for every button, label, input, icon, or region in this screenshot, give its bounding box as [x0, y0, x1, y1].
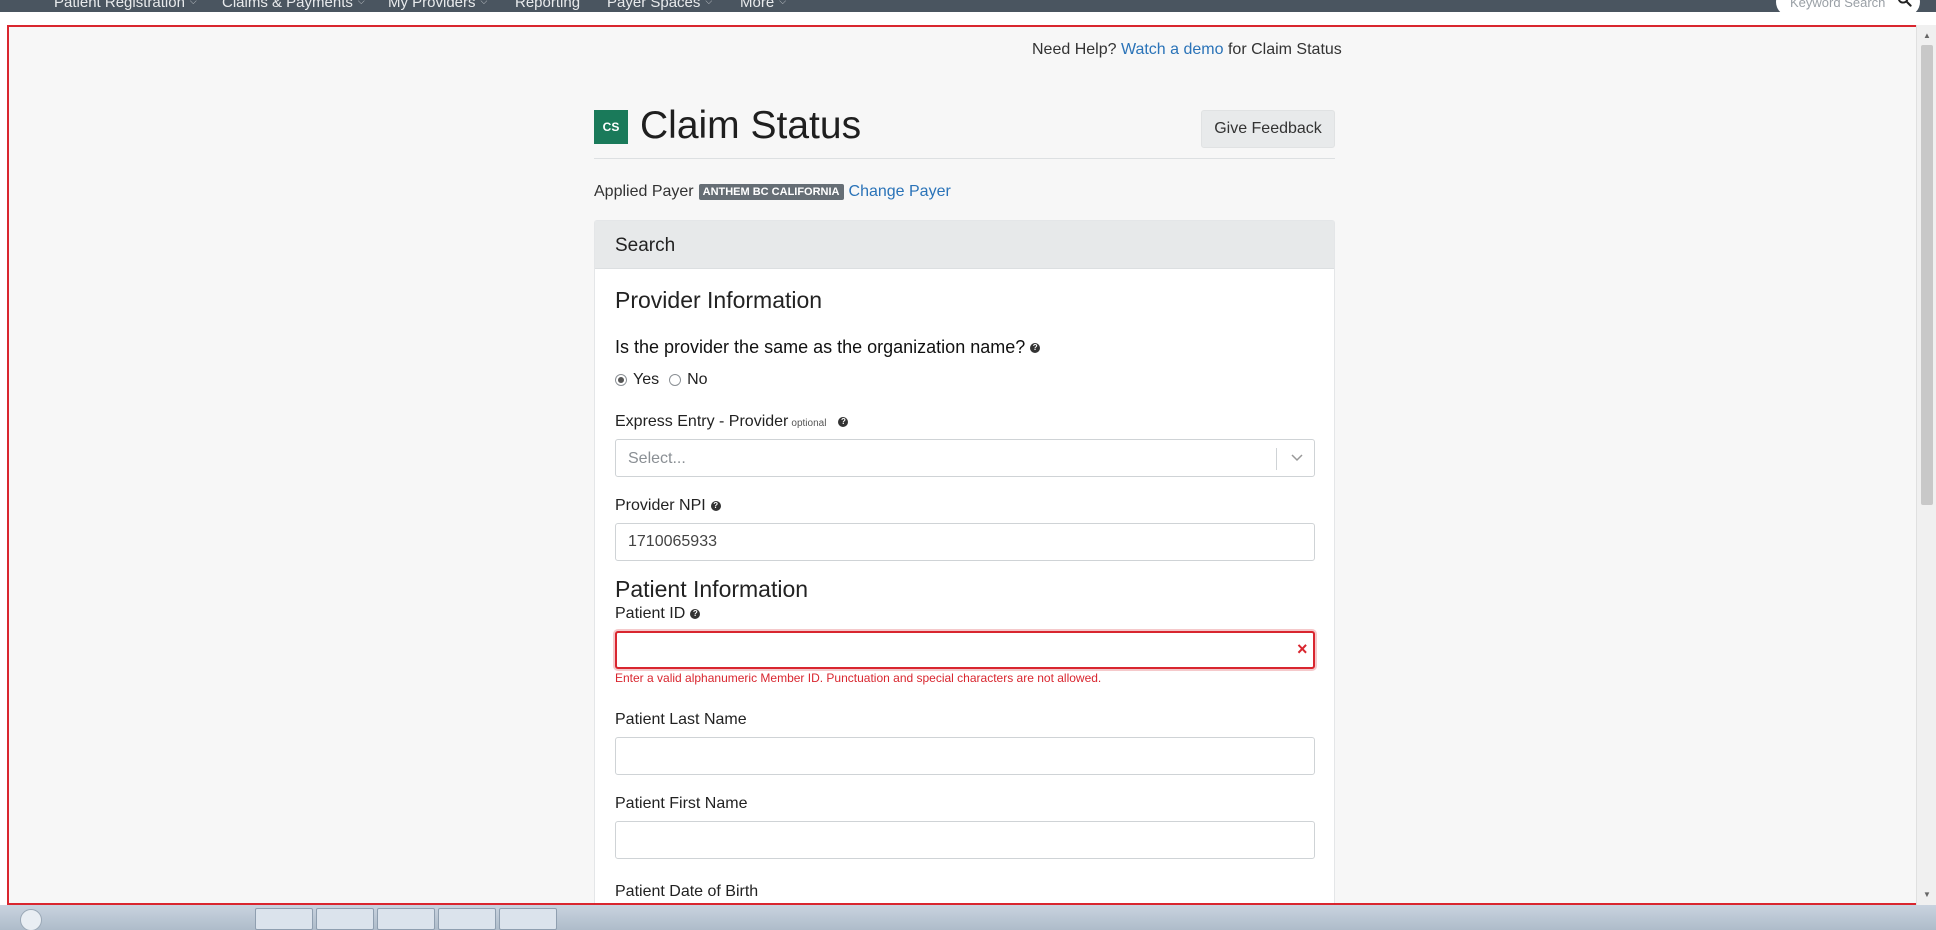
question-text: Is the provider the same as the organiza…: [615, 337, 1026, 357]
nav-patient-registration[interactable]: Patient Registration ⌵: [54, 0, 197, 11]
patient-last-name-label: Patient Last Name: [615, 711, 747, 728]
provider-npi-label-text: Provider NPI: [615, 497, 706, 514]
provider-npi-input[interactable]: [615, 523, 1315, 561]
no-radio-label[interactable]: No: [687, 371, 707, 389]
provider-npi-label: Provider NPI?: [615, 497, 721, 515]
help-icon[interactable]: ?: [838, 416, 849, 427]
chevron-down-icon: ⌵: [189, 0, 197, 6]
help-line: Need Help? Watch a demo for Claim Status: [1032, 41, 1342, 59]
chevron-down-icon: ⌵: [480, 0, 488, 6]
os-taskbar: [0, 905, 1936, 930]
search-icon[interactable]: [1897, 0, 1912, 7]
give-feedback-button[interactable]: Give Feedback: [1201, 110, 1335, 148]
nav-item-label: More: [740, 0, 775, 11]
chevron-down-icon: ⌵: [779, 0, 787, 6]
help-prefix: Need Help?: [1032, 41, 1117, 58]
nav-item-label: Patient Registration: [54, 0, 185, 11]
scrollbar-thumb[interactable]: [1921, 45, 1933, 505]
patient-dob-label: Patient Date of Birth: [615, 883, 759, 900]
express-entry-label-text: Express Entry - Provider: [615, 413, 789, 430]
nav-claims-payments[interactable]: Claims & Payments ⌵: [222, 0, 365, 11]
help-icon[interactable]: ?: [1030, 343, 1041, 354]
patient-last-name-input[interactable]: [615, 737, 1315, 775]
patient-id-label: Patient ID?: [615, 605, 701, 623]
express-entry-label: Express Entry - Provider optional?: [615, 413, 849, 431]
no-radio[interactable]: [669, 374, 682, 386]
title-divider: [594, 158, 1335, 159]
help-icon[interactable]: ?: [710, 500, 721, 511]
taskbar-app-button[interactable]: [316, 908, 374, 930]
vertical-scrollbar[interactable]: ▲ ▼: [1916, 25, 1936, 905]
patient-first-name-input[interactable]: [615, 821, 1315, 859]
applied-payer-label: Applied Payer: [594, 183, 694, 200]
taskbar-app-button[interactable]: [255, 908, 313, 930]
chevron-down-icon: ⌵: [357, 0, 365, 6]
start-button-icon[interactable]: [20, 909, 42, 930]
provider-information-heading: Provider Information: [615, 287, 823, 313]
express-entry-provider-select[interactable]: Select...: [615, 439, 1315, 477]
chevron-down-icon: ⌵: [705, 0, 713, 6]
patient-information-heading: Patient Information: [615, 576, 809, 602]
optional-tag: optional: [791, 418, 827, 429]
taskbar-app-button[interactable]: [377, 908, 435, 930]
nav-my-providers[interactable]: My Providers ⌵: [388, 0, 487, 11]
select-separator: [1276, 448, 1277, 470]
top-navigation-bar: Patient Registration ⌵ Claims & Payments ⌵…: [0, 0, 1936, 12]
patient-id-error-message: Enter a valid alphanumeric Member ID. Pu…: [615, 671, 1102, 685]
taskbar-app-button[interactable]: [499, 908, 557, 930]
yes-radio-label[interactable]: Yes: [633, 371, 659, 389]
chevron-down-icon[interactable]: [1290, 452, 1304, 464]
keyword-search-input[interactable]: Keyword Search: [1776, 0, 1920, 12]
provider-same-question: Is the provider the same as the organiza…: [615, 337, 1041, 358]
help-icon[interactable]: ?: [690, 608, 701, 619]
scroll-up-icon[interactable]: ▲: [1923, 31, 1931, 40]
applied-payer-row: Applied Payer ANTHEM BC CALIFORNIA Chang…: [594, 183, 951, 201]
patient-id-label-text: Patient ID: [615, 605, 686, 622]
patient-id-input[interactable]: [615, 631, 1315, 669]
app-logo-badge: CS: [594, 110, 628, 144]
app-frame: Need Help? Watch a demo for Claim Status…: [7, 25, 1919, 905]
nav-reporting[interactable]: Reporting: [515, 0, 580, 11]
search-placeholder: Keyword Search: [1790, 0, 1886, 10]
patient-first-name-label: Patient First Name: [615, 795, 748, 812]
nav-payer-spaces[interactable]: Payer Spaces ⌵: [607, 0, 712, 11]
select-placeholder: Select...: [628, 450, 686, 467]
clear-field-icon[interactable]: ×: [1297, 639, 1308, 660]
card-header-title: Search: [615, 235, 676, 256]
payer-name-badge: ANTHEM BC CALIFORNIA: [698, 184, 844, 200]
change-payer-link[interactable]: Change Payer: [849, 183, 951, 201]
card-header: Search: [595, 221, 1334, 269]
watch-demo-link[interactable]: Watch a demo: [1121, 41, 1224, 58]
scroll-down-icon[interactable]: ▼: [1923, 890, 1931, 899]
yes-radio[interactable]: [615, 374, 627, 386]
search-card: Search Provider Information Is the provi…: [594, 220, 1335, 903]
page-title: Claim Status: [640, 104, 862, 147]
provider-same-radio-group: Yes No: [615, 371, 718, 389]
nav-item-label: Claims & Payments: [222, 0, 353, 11]
nav-more[interactable]: More ⌵: [740, 0, 786, 11]
help-suffix: for Claim Status: [1227, 41, 1342, 58]
nav-item-label: Reporting: [515, 0, 581, 11]
taskbar-app-button[interactable]: [438, 908, 496, 930]
nav-item-label: Payer Spaces: [607, 0, 701, 11]
nav-item-label: My Providers: [388, 0, 476, 11]
